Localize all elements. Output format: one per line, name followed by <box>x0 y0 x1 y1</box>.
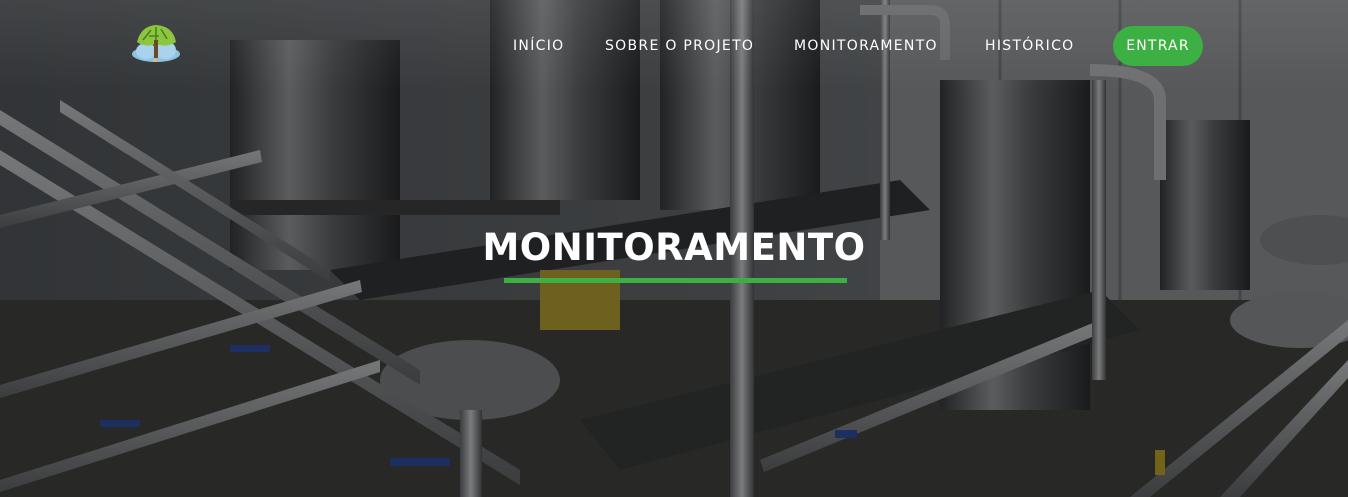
main-navigation: INÍCIO SOBRE O PROJETO MONITORAMENTO HIS… <box>0 26 1348 66</box>
nav-link-historico[interactable]: HISTÓRICO <box>985 38 1074 54</box>
login-button[interactable]: ENTRAR <box>1113 26 1203 66</box>
nav-link-inicio[interactable]: INÍCIO <box>513 38 564 54</box>
hero-section: INÍCIO SOBRE O PROJETO MONITORAMENTO HIS… <box>0 0 1348 497</box>
page-title: MONITORAMENTO <box>482 226 866 269</box>
hero-title-container: MONITORAMENTO <box>0 222 1348 274</box>
nav-link-sobre-o-projeto[interactable]: SOBRE O PROJETO <box>605 38 754 54</box>
title-underline-divider <box>504 278 847 283</box>
nav-link-monitoramento[interactable]: MONITORAMENTO <box>794 38 938 54</box>
